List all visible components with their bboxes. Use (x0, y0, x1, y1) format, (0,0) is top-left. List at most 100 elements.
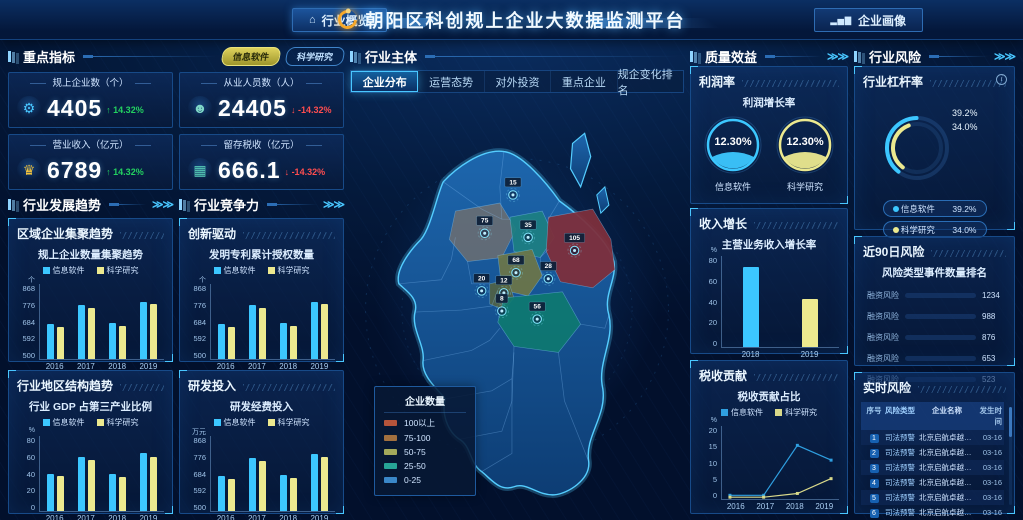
map-legend-item: 50-75 (384, 447, 466, 457)
kpi-card: 留存税收（亿元）▦666.1↓ -14.32% (179, 134, 344, 190)
panel-industry-trend-header: 行业发展趋势 ≫≫ (8, 194, 173, 214)
y-axis-tick: 868 (193, 436, 206, 445)
line-series (730, 479, 831, 498)
chart-title: 研发经费投入 (180, 399, 343, 414)
y-axis-tick: 5 (713, 475, 717, 484)
legend-swatch (775, 409, 782, 416)
bar (218, 476, 225, 511)
risk-rank-value: 653 (982, 354, 1006, 363)
tab-运营态势[interactable]: 运营态势 (418, 71, 484, 92)
row-index-badge: 2 (870, 449, 879, 458)
bar-group (249, 436, 266, 511)
legend-swatch (721, 409, 728, 416)
expand-arrows-icon[interactable]: ≫≫ (994, 50, 1015, 63)
tab-规企变化排名[interactable]: 规企变化排名 (618, 71, 683, 92)
table-row[interactable]: 4司法预警北京启航卓越科技有限公司03-16 (861, 475, 1004, 490)
section-innovation: 创新驱动 发明专利累计授权数量信息软件科学研究个8687766845925002… (179, 218, 344, 362)
company-name-cell: 北京启航卓越科技有限公司 (919, 462, 975, 473)
gauge-row: 12.30%信息软件12.30%科学研究 (691, 110, 847, 193)
panel-industry-risk-header: 行业风险 ≫≫ (854, 46, 1015, 66)
x-axis-label: 2019 (310, 514, 328, 520)
table-row[interactable]: 3司法预警北京启航卓越科技有限公司03-16 (861, 460, 1004, 475)
marker-count: 75 (481, 218, 489, 225)
series-toggle-信息软件[interactable]: 信息软件 (220, 47, 281, 66)
y-axis-tick: 592 (193, 334, 206, 343)
y-axis-tick: 592 (193, 486, 206, 495)
section-title-row: 行业杠杆率 (855, 67, 1014, 92)
hatch-decoration (742, 80, 839, 87)
risk-rank-row: 融资风险1234 (863, 290, 1006, 301)
risk-rank-label: 融资风险 (863, 311, 899, 322)
bar (290, 478, 297, 511)
bar-group (78, 436, 95, 511)
risk-rank-row: 融资风险988 (863, 311, 1006, 322)
y-axis-tick: 60 (27, 453, 35, 462)
y-axis-tick: 20 (27, 486, 35, 495)
map-legend-swatch (384, 477, 397, 483)
bar (290, 326, 297, 359)
y-axis-tick: 40 (709, 298, 717, 307)
risk-rank-track (905, 356, 976, 361)
leverage-value-sci: 34.0% (952, 120, 978, 134)
bar-group (311, 284, 328, 359)
series-toggle-科学研究[interactable]: 科学研究 (284, 47, 345, 66)
bar-group (311, 436, 328, 511)
panel-bars-icon (350, 51, 353, 62)
legend-swatch (43, 267, 50, 274)
y-axis-tick: 868 (193, 284, 206, 293)
data-point (830, 459, 833, 462)
table-row[interactable]: 2司法预警北京启航卓越科技有限公司03-16 (861, 445, 1004, 460)
scrollbar-thumb[interactable] (1009, 407, 1012, 437)
column-header: 风险类型 (885, 405, 919, 427)
section-title: 税收贡献 (699, 367, 747, 384)
tab-重点企业[interactable]: 重点企业 (551, 71, 617, 92)
table-row[interactable]: 1司法预警北京启航卓越科技有限公司03-16 (861, 430, 1004, 445)
bar (802, 299, 818, 347)
kpi-card: 营业收入（亿元）♛6789↑ 14.32% (8, 134, 173, 190)
section-leverage: 行业杠杆率 i 39.2% 34.0% 信息软件39.2% 科学研究34.0% (854, 66, 1015, 230)
dashboard: ⌂ 行业概览 朝阳区科创规上企业大数据监测平台 ▂▅▇ 企业画像 重点指标 信息… (0, 0, 1023, 520)
table-row[interactable]: 6司法预警北京启航卓越科技有限公司03-16 (861, 505, 1004, 520)
legend-swatch (268, 419, 275, 426)
legend-dot (893, 206, 899, 212)
legend-swatch (214, 419, 221, 426)
y-axis-tick: 0 (31, 503, 35, 512)
risk-type-cell: 司法预警 (885, 447, 919, 458)
series-toggle: 信息软件科学研究 (222, 47, 344, 66)
map-legend-item: 100以上 (384, 417, 466, 429)
expand-arrows-icon[interactable]: ≫≫ (827, 50, 848, 63)
header-divider (109, 204, 146, 205)
bar (228, 479, 235, 511)
row-index-badge: 1 (870, 434, 879, 443)
tab-企业分布[interactable]: 企业分布 (351, 71, 418, 92)
kpi-label: 从业人员数（人） (180, 75, 343, 89)
x-axis-label: 2018 (742, 350, 760, 359)
y-axis-tick: 20 (709, 318, 717, 327)
x-axis: 2016201720182019 (721, 502, 839, 511)
y-axis-tick: 60 (709, 277, 717, 286)
table-row[interactable]: 5司法预警北京启航卓越科技有限公司03-16 (861, 490, 1004, 505)
section-title: 实时风险 (863, 379, 911, 396)
panel-industry-trend: 行业发展趋势 ≫≫ 区域企业集聚趋势 规上企业数量集聚趋势信息软件科学研究个86… (8, 194, 173, 514)
kpi-value: 666.1 (218, 157, 281, 184)
panel-key-metrics-header: 重点指标 信息软件科学研究 (8, 46, 344, 66)
expand-arrows-icon[interactable]: ≫≫ (152, 198, 173, 211)
tab-对外投资[interactable]: 对外投资 (485, 71, 551, 92)
info-icon[interactable]: i (996, 74, 1007, 85)
hatch-decoration (120, 232, 164, 239)
line-series (730, 445, 831, 495)
bar-group (140, 436, 157, 511)
map-legend-swatch (384, 435, 397, 441)
section-title-row: 税收贡献 (691, 361, 847, 386)
expand-arrows-icon[interactable]: ≫≫ (323, 198, 344, 211)
company-name-cell: 北京启航卓越科技有限公司 (919, 477, 975, 488)
nav-enterprise-portrait[interactable]: ▂▅▇ 企业画像 (814, 8, 923, 32)
bar (140, 453, 147, 511)
section-title-row: 收入增长 (691, 209, 847, 234)
chart-title: 风险类型事件数量排名 (855, 265, 1014, 280)
leverage-donut-svg (855, 92, 1005, 196)
table-header-row: 序号风险类型企业名称发生时间 (861, 402, 1004, 430)
x-axis-label: 2017 (248, 514, 266, 520)
hatch-decoration (120, 384, 164, 391)
bar (78, 305, 85, 359)
